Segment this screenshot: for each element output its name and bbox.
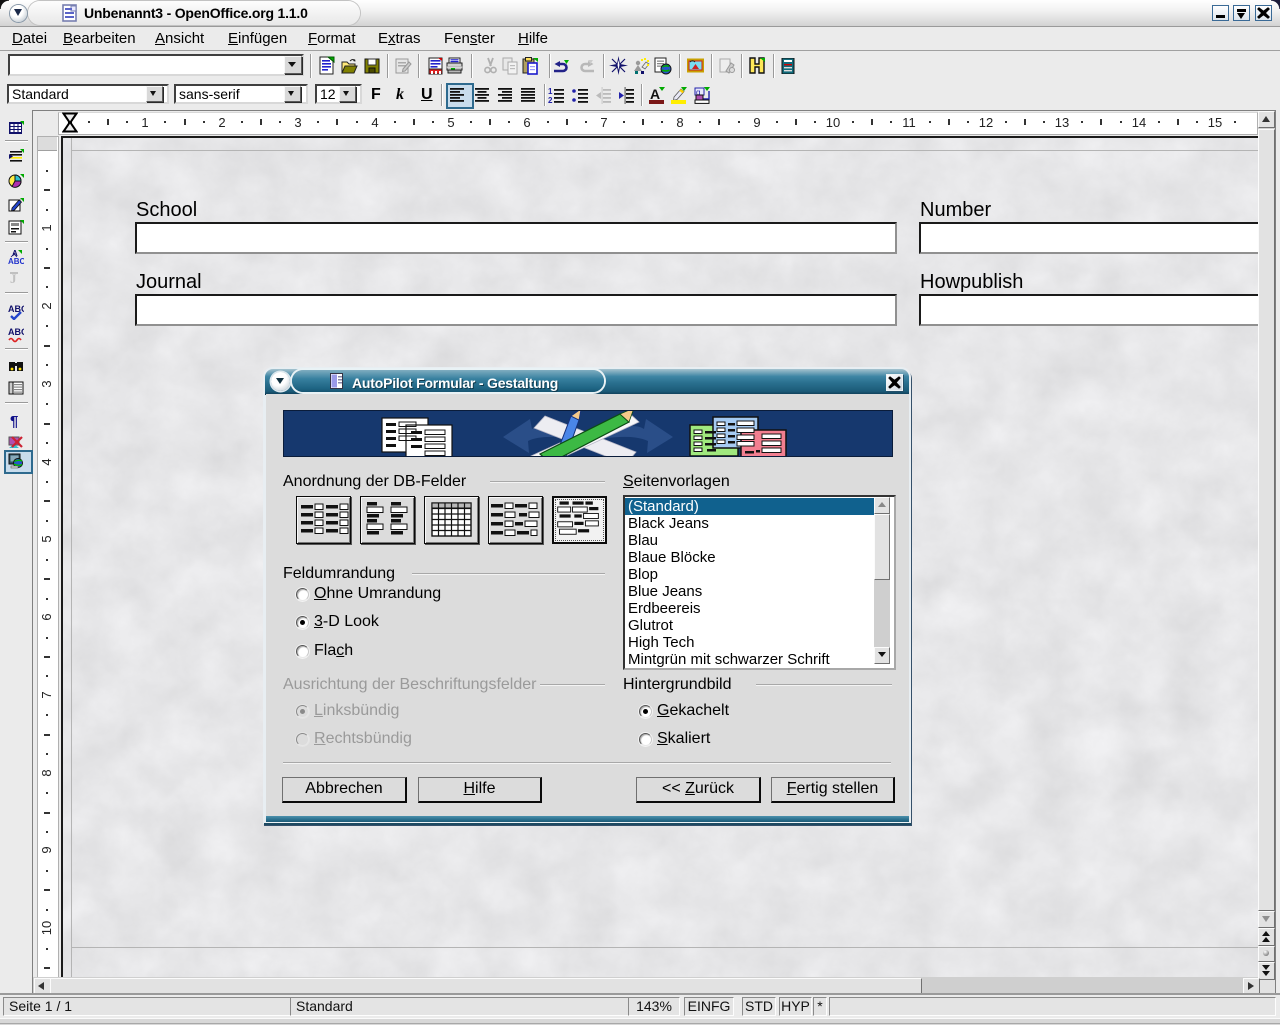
svg-text:ABC: ABC [8, 257, 24, 264]
svg-text:ABC: ABC [8, 327, 24, 337]
svg-text:¶: ¶ [10, 413, 18, 428]
svg-text:ABC: ABC [8, 304, 24, 314]
svg-text:2: 2 [548, 96, 553, 104]
svg-text:A: A [650, 87, 660, 102]
svg-text:1: 1 [548, 87, 553, 96]
